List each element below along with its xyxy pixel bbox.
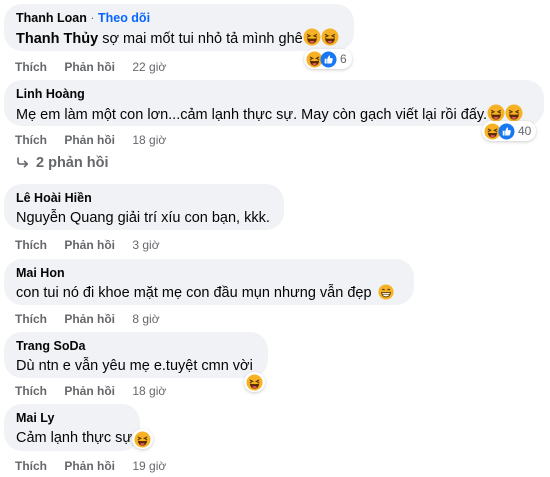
reaction-summary[interactable]: 6 bbox=[304, 49, 352, 69]
comment-text: con tui nó đi khoe mặt mẹ con đầu mụn nh… bbox=[16, 285, 372, 301]
like-button[interactable]: Thích bbox=[15, 312, 47, 326]
comment-text: Mẹ em làm một con lơn...cảm lạnh thực sự… bbox=[16, 107, 488, 123]
reply-button[interactable]: Phản hồi bbox=[64, 459, 115, 473]
comment-text: Nguyễn Quang giải trí xíu con bạn, kkk. bbox=[16, 210, 270, 226]
comment-bubble: Mai Hon con tui nó đi khoe mặt mẹ con đầ… bbox=[4, 259, 414, 305]
comment-bubble: Linh Hoàng Mẹ em làm một con lơn...cảm l… bbox=[4, 80, 544, 126]
comment-time[interactable]: 22 giờ bbox=[132, 60, 166, 74]
comment-actions: Thích Phản hồi 18 giờ bbox=[15, 384, 166, 398]
separator-dot: · bbox=[90, 11, 95, 25]
tagged-user[interactable]: Thanh Thủy bbox=[16, 31, 98, 47]
reaction-count: 6 bbox=[340, 52, 347, 66]
comment-author[interactable]: Linh Hoàng bbox=[16, 86, 532, 102]
comment-time[interactable]: 19 giờ bbox=[132, 459, 166, 473]
comment-author[interactable]: Trang SoDa bbox=[16, 338, 256, 354]
reaction-summary[interactable] bbox=[132, 429, 153, 449]
comment-author[interactable]: Lê Hoài Hiền bbox=[16, 190, 272, 206]
like-button[interactable]: Thích bbox=[15, 238, 47, 252]
replies-count-label: 2 phản hồi bbox=[36, 155, 109, 171]
comment-author[interactable]: Thanh Loan bbox=[16, 11, 87, 25]
reply-button[interactable]: Phản hồi bbox=[64, 60, 115, 74]
reply-button[interactable]: Phản hồi bbox=[64, 384, 115, 398]
comment-time[interactable]: 8 giờ bbox=[132, 312, 159, 326]
comment-time[interactable]: 18 giờ bbox=[132, 133, 166, 147]
like-button[interactable]: Thích bbox=[15, 384, 47, 398]
comment-actions: Thích Phản hồi 22 giờ bbox=[15, 60, 166, 74]
grinning-emoji-icon bbox=[378, 284, 394, 300]
haha-reaction-icon bbox=[246, 373, 263, 391]
comment-actions: Thích Phản hồi 3 giờ bbox=[15, 238, 160, 252]
reaction-summary[interactable]: 40 bbox=[482, 121, 537, 141]
like-button[interactable]: Thích bbox=[15, 133, 47, 147]
comment-time[interactable]: 3 giờ bbox=[132, 238, 159, 252]
follow-link[interactable]: Theo dõi bbox=[98, 11, 150, 25]
laughing-emoji-icon bbox=[302, 28, 321, 46]
comment-time[interactable]: 18 giờ bbox=[132, 384, 166, 398]
laughing-emoji-icon bbox=[505, 104, 524, 122]
comment-actions: Thích Phản hồi 18 giờ bbox=[15, 133, 166, 147]
reply-button[interactable]: Phản hồi bbox=[64, 238, 115, 252]
like-button[interactable]: Thích bbox=[15, 459, 47, 473]
laughing-emoji-icon bbox=[320, 28, 339, 46]
reaction-count: 40 bbox=[518, 124, 532, 138]
view-replies-button[interactable]: 2 phản hồi bbox=[16, 155, 109, 171]
comment-text: sợ mai mốt tui nhỏ tả mình ghê bbox=[98, 31, 303, 47]
comment-text: Dù ntn e vẫn yêu mẹ e.tuyệt cmn vời bbox=[16, 358, 253, 374]
comment-text: Cảm lạnh thực sự bbox=[16, 430, 133, 446]
haha-reaction-icon bbox=[134, 430, 151, 448]
like-button[interactable]: Thích bbox=[15, 60, 47, 74]
comment-author[interactable]: Mai Ly bbox=[16, 410, 128, 426]
like-reaction-icon bbox=[498, 122, 515, 140]
laughing-emoji-icon bbox=[487, 104, 506, 122]
reply-arrow-icon bbox=[17, 157, 29, 168]
reply-button[interactable]: Phản hồi bbox=[64, 312, 115, 326]
like-reaction-icon bbox=[320, 50, 337, 68]
comment-actions: Thích Phản hồi 19 giờ bbox=[15, 459, 166, 473]
comment-bubble: Thanh Loan · Theo dõi Thanh Thủy sợ mai … bbox=[4, 4, 354, 51]
comment-bubble: Lê Hoài Hiền Nguyễn Quang giải trí xíu c… bbox=[4, 184, 284, 230]
comment-author[interactable]: Mai Hon bbox=[16, 265, 402, 281]
reaction-summary[interactable] bbox=[244, 372, 265, 392]
reply-button[interactable]: Phản hồi bbox=[64, 133, 115, 147]
comment-actions: Thích Phản hồi 8 giờ bbox=[15, 312, 160, 326]
comment-bubble: Trang SoDa Dù ntn e vẫn yêu mẹ e.tuyệt c… bbox=[4, 332, 268, 378]
comment-bubble: Mai Ly Cảm lạnh thực sự bbox=[4, 404, 140, 451]
